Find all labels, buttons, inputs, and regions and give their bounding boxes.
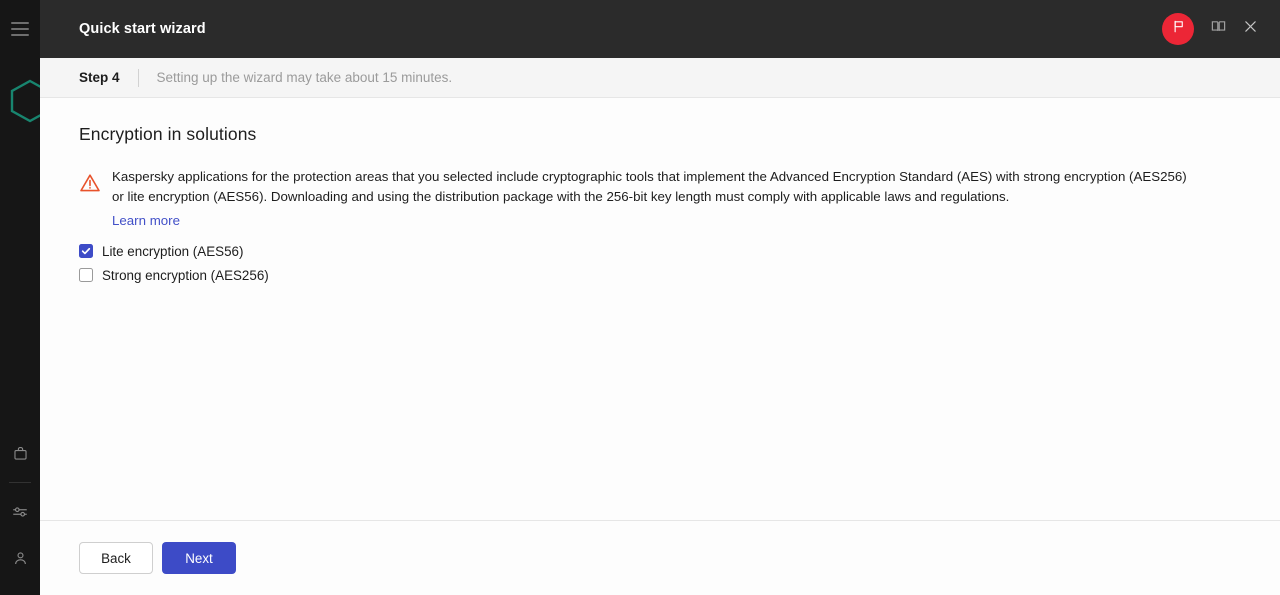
- application-window: Quick start wizard Step 4 Setting up the…: [0, 0, 1280, 595]
- checkbox-lite-encryption[interactable]: Lite encryption (AES56): [79, 239, 1241, 263]
- help-button[interactable]: [1202, 13, 1234, 45]
- flag-icon: [1171, 19, 1186, 39]
- warning-text: Kaspersky applications for the protectio…: [112, 169, 1187, 204]
- checkbox-label: Lite encryption (AES56): [102, 243, 244, 259]
- checkbox-strong-encryption[interactable]: Strong encryption (AES256): [79, 263, 1241, 287]
- next-button[interactable]: Next: [162, 542, 236, 574]
- hamburger-line: [11, 34, 29, 36]
- sidebar-item-marketplace[interactable]: [0, 430, 40, 476]
- modal-title: Quick start wizard: [79, 21, 206, 37]
- step-label: Step 4: [79, 70, 120, 85]
- sidebar-divider: [9, 482, 31, 483]
- close-icon: [1242, 18, 1259, 40]
- learn-more-link[interactable]: Learn more: [112, 213, 180, 228]
- checkbox-box[interactable]: [79, 268, 93, 282]
- quick-start-wizard-modal: Quick start wizard Step 4 Setting up the…: [40, 0, 1280, 595]
- hamburger-line: [11, 28, 29, 30]
- hamburger-line: [11, 22, 29, 24]
- step-separator: [137, 68, 139, 87]
- warning-triangle-icon: [79, 172, 101, 199]
- sidebar-item-settings[interactable]: [0, 489, 40, 535]
- wizard-content: Encryption in solutions Kaspersky applic…: [40, 98, 1280, 520]
- encryption-options-group: Lite encryption (AES56) Strong encryptio…: [79, 239, 1241, 287]
- user-icon: [12, 550, 29, 567]
- warning-notice: Kaspersky applications for the protectio…: [79, 167, 1241, 230]
- close-button[interactable]: [1234, 13, 1266, 45]
- briefcase-icon: [12, 445, 29, 462]
- sidebar-item-account[interactable]: [0, 535, 40, 581]
- sliders-icon: [11, 503, 29, 521]
- page-title: Encryption in solutions: [79, 124, 257, 144]
- step-indicator-bar: Step 4 Setting up the wizard may take ab…: [40, 58, 1280, 98]
- flag-button[interactable]: [1162, 13, 1194, 45]
- step-note: Setting up the wizard may take about 15 …: [156, 70, 453, 85]
- back-button[interactable]: Back: [79, 542, 153, 574]
- modal-header: Quick start wizard: [40, 0, 1280, 58]
- book-icon: [1210, 18, 1227, 40]
- checkbox-label: Strong encryption (AES256): [102, 267, 269, 283]
- wizard-footer: Back Next: [40, 520, 1280, 595]
- checkbox-box[interactable]: [79, 244, 93, 258]
- hamburger-menu-icon[interactable]: [11, 22, 29, 36]
